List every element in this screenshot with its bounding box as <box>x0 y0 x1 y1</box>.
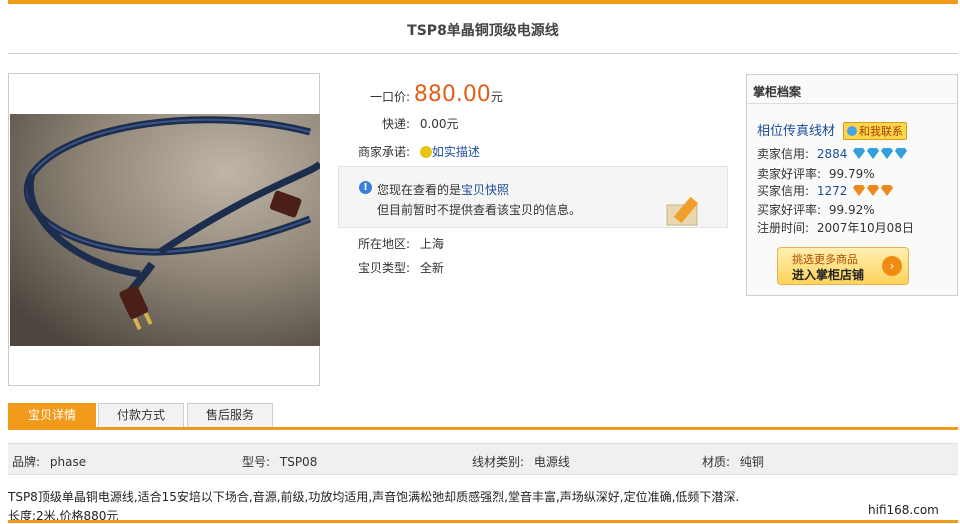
attr-material: 材质: 纯铜 <box>702 453 764 470</box>
register-row: 注册时间: 2007年10月08日 <box>757 219 914 236</box>
description: TSP8顶级单晶铜电源线,适合15安培以下场合,音源,前级,功放均适用,声音饱满… <box>8 488 739 524</box>
notice-line2: 但目前暂时不提供查看该宝贝的信息。 <box>377 203 582 217</box>
location-value: 上海 <box>419 237 444 251</box>
attr-material-label: 材质: <box>702 455 731 469</box>
page-title: TSP8单晶铜顶级电源线 <box>407 23 559 39</box>
orange-diamond-icon <box>881 185 894 196</box>
pencil-icon <box>666 196 699 226</box>
price-value: 880.00 <box>413 82 491 107</box>
notice-line1: 您现在查看的是宝贝快照 <box>377 181 509 198</box>
seller-name-row: 相位传真线材 和我联系 <box>757 120 907 140</box>
info-icon: ! <box>359 181 372 194</box>
seller-credit-row: 卖家信用: 2884 <box>757 145 908 162</box>
blue-diamond-icon <box>881 148 894 159</box>
shipping-value: 0.00元 <box>419 117 459 131</box>
attr-model: 型号: TSP08 <box>242 453 317 470</box>
buyer-rate-value: 99.92% <box>828 203 875 217</box>
promise-row: 商家承诺: 如实描述 <box>338 143 480 160</box>
bottom-accent-bar <box>8 520 958 523</box>
shop-button-line2: 进入掌柜店铺 <box>792 268 865 282</box>
buyer-credit-value[interactable]: 1272 <box>817 184 848 198</box>
attr-category-label: 线材类别: <box>472 455 525 469</box>
watermark: hifi168.com <box>868 503 939 517</box>
buyer-rate-row: 买家好评率: 99.92% <box>757 201 875 218</box>
product-image-frame <box>8 73 320 386</box>
seller-card: 掌柜档案 相位传真线材 和我联系 卖家信用: 2884 卖家好评率: 99.79… <box>746 74 958 296</box>
description-line1: TSP8顶级单晶铜电源线,适合15安培以下场合,音源,前级,功放均适用,声音饱满… <box>8 490 740 504</box>
location-label: 所在地区: <box>357 237 410 251</box>
shipping-label: 快递: <box>381 117 410 131</box>
orange-diamond-icon <box>867 185 880 196</box>
top-accent-bar <box>8 0 958 4</box>
seller-rate-label: 卖家好评率: <box>757 167 822 181</box>
wangwang-icon <box>846 126 857 136</box>
type-row: 宝贝类型: 全新 <box>338 259 444 276</box>
blue-diamond-icon <box>895 148 908 159</box>
bulb-icon <box>419 146 432 158</box>
product-image[interactable] <box>10 114 320 346</box>
price-row: 一口价: 880.00元 <box>338 82 503 107</box>
register-label: 注册时间: <box>757 221 810 235</box>
register-value: 2007年10月08日 <box>816 221 914 235</box>
tab-underline <box>8 427 958 430</box>
seller-credit-value[interactable]: 2884 <box>817 147 848 161</box>
type-label: 宝贝类型: <box>357 261 410 275</box>
attribute-bar: 品牌: phase 型号: TSP08 线材类别: 电源线 材质: 纯铜 <box>8 443 958 475</box>
attr-model-value: TSP08 <box>279 455 318 469</box>
buyer-credit-row: 买家信用: 1272 <box>757 182 894 199</box>
snapshot-notice: ! 您现在查看的是宝贝快照 但目前暂时不提供查看该宝贝的信息。 <box>338 166 728 228</box>
attr-brand-label: 品牌: <box>12 455 41 469</box>
attr-material-value: 纯铜 <box>739 455 764 469</box>
price-unit: 元 <box>490 90 503 104</box>
attr-model-label: 型号: <box>242 455 271 469</box>
promise-label: 商家承诺: <box>357 145 410 159</box>
enter-shop-button[interactable]: 挑选更多商品 进入掌柜店铺 › <box>777 247 909 285</box>
blue-diamond-icon <box>853 148 866 159</box>
orange-diamond-icon <box>853 185 866 196</box>
seller-credit-label: 卖家信用: <box>757 147 810 161</box>
contact-button[interactable]: 和我联系 <box>842 122 907 140</box>
tab-after-sales[interactable]: 售后服务 <box>187 403 273 427</box>
snapshot-link[interactable]: 宝贝快照 <box>461 183 509 197</box>
shipping-row: 快递: 0.00元 <box>338 115 459 132</box>
attr-brand-value: phase <box>49 455 87 469</box>
arrow-right-icon: › <box>882 256 902 276</box>
location-row: 所在地区: 上海 <box>338 235 444 252</box>
attr-brand: 品牌: phase <box>12 453 86 470</box>
contact-label: 和我联系 <box>858 125 903 138</box>
seller-rate-row: 卖家好评率: 99.79% <box>757 165 875 182</box>
notice-prefix: 您现在查看的是 <box>377 183 462 197</box>
shop-button-line1: 挑选更多商品 <box>792 253 858 266</box>
title-divider <box>8 53 958 54</box>
price-label: 一口价: <box>369 90 410 104</box>
buyer-rate-label: 买家好评率: <box>757 203 822 217</box>
buyer-credit-label: 买家信用: <box>757 184 810 198</box>
promise-link[interactable]: 如实描述 <box>432 145 480 159</box>
attr-category-value: 电源线 <box>533 455 570 469</box>
blue-diamond-icon <box>867 148 880 159</box>
seller-card-title: 掌柜档案 <box>753 85 802 99</box>
type-value: 全新 <box>419 261 444 275</box>
seller-card-divider <box>747 103 957 104</box>
tab-details[interactable]: 宝贝详情 <box>8 403 96 427</box>
seller-rate-value: 99.79% <box>828 167 875 181</box>
attr-category: 线材类别: 电源线 <box>472 453 570 470</box>
seller-name[interactable]: 相位传真线材 <box>757 124 835 139</box>
tab-payment[interactable]: 付款方式 <box>98 403 184 427</box>
